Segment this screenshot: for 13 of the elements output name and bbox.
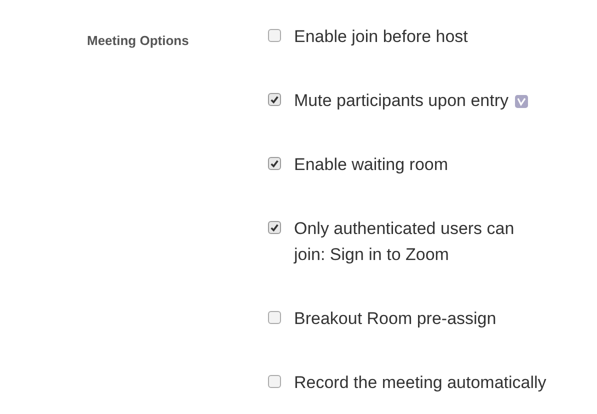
checkbox[interactable] xyxy=(268,311,281,324)
checkbox[interactable] xyxy=(268,375,281,388)
checkbox[interactable] xyxy=(268,29,281,42)
option-label: Enable join before host xyxy=(294,26,468,48)
option-label: Breakout Room pre-assign xyxy=(294,308,496,330)
checkbox[interactable] xyxy=(268,221,281,234)
option-label: Only authenticated users can join: Sign in to Zoom xyxy=(294,218,514,266)
option-label: Record the meeting automatically xyxy=(294,372,546,394)
option-label: Enable waiting room xyxy=(294,154,448,176)
checkbox[interactable] xyxy=(268,93,281,106)
option-label: Mute participants upon entry xyxy=(294,90,509,112)
checkbox[interactable] xyxy=(268,157,281,170)
section-label: Meeting Options xyxy=(87,33,189,48)
